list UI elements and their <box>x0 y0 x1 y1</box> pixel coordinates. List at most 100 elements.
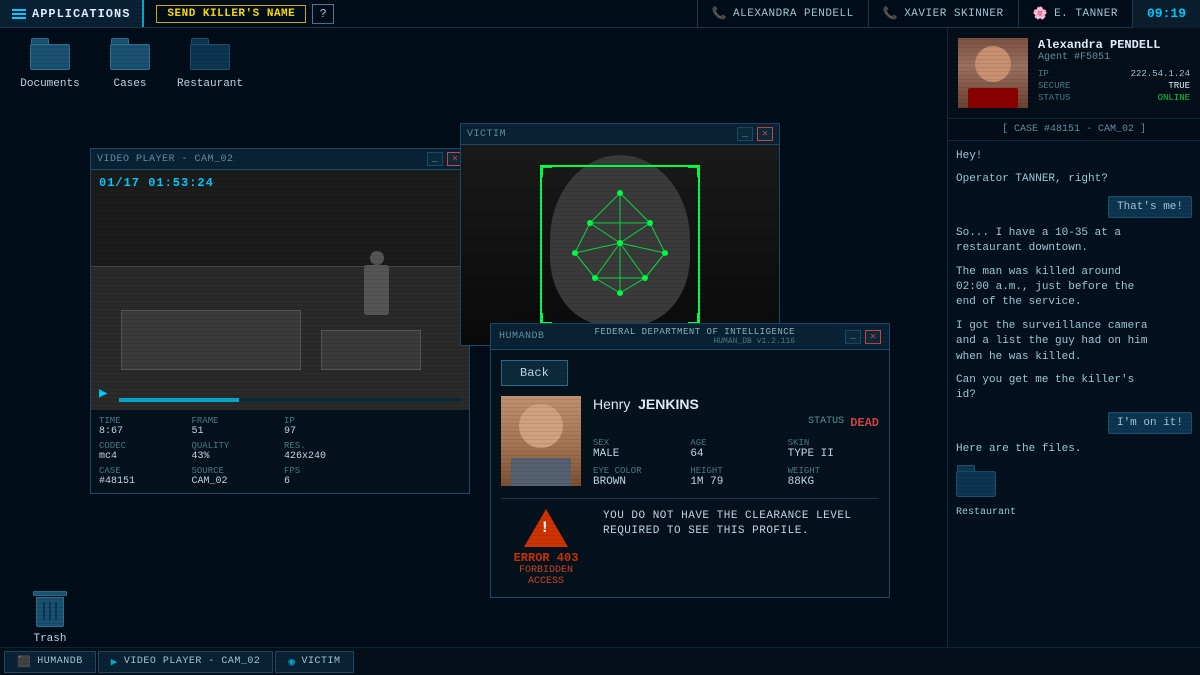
meta-codec: CODEC mc4 <box>99 441 184 462</box>
contact-tanner[interactable]: 🌸 E. Tanner <box>1018 0 1132 28</box>
sg-height: HEIGHT 1M 79 <box>690 466 781 488</box>
agent-info: Alexandra PENDELL Agent #F5051 IP 222.54… <box>1038 38 1190 108</box>
video-metadata: TIME 8:67 FRAME 51 IP 97 CODEC mc4 QUALI… <box>91 410 469 493</box>
humandb-back-button[interactable]: Back <box>501 360 568 386</box>
contact-name-1: Xavier Skinner <box>904 8 1003 20</box>
agent-secure-stat: SECURE TRUE <box>1038 81 1190 91</box>
chat-msg-3: So... I have a 10-35 at a restaurant dow… <box>956 226 1157 257</box>
trash-icon[interactable]: Trash <box>20 591 80 645</box>
app-title-text: Applications <box>32 7 130 21</box>
cases-icon[interactable]: Cases <box>100 38 160 90</box>
agent-avatar <box>958 38 1028 108</box>
progress-bar[interactable] <box>119 398 461 402</box>
sg-age: AGE 64 <box>690 438 781 460</box>
app-title: Applications <box>0 0 144 27</box>
suspect-status: DEAD <box>850 416 879 430</box>
cctv-person <box>364 265 389 315</box>
case-ref: [ CASE #48151 - CAM_02 ] <box>948 119 1200 141</box>
chat-file-folder-icon[interactable] <box>956 465 1000 503</box>
video-titlebar: VIDEO PLAYER - CAM_02 _ ✕ <box>91 149 469 170</box>
humandb-close-btn[interactable]: ✕ <box>865 330 881 344</box>
phone-icon-1: 📞 <box>883 6 898 21</box>
video-player-window: VIDEO PLAYER - CAM_02 _ ✕ 01/17 01:53:24… <box>90 148 470 494</box>
humandb-window-controls: _ ✕ <box>845 330 881 344</box>
topbar: Applications Send Killer's Name ? 📞 Alex… <box>0 0 1200 28</box>
cctv-table2 <box>321 330 421 370</box>
victim-screen <box>461 145 779 345</box>
play-button[interactable]: ▶ <box>99 385 107 402</box>
meta-frame: FRAME 51 <box>192 416 277 437</box>
restaurant-label: Restaurant <box>177 78 243 90</box>
fdi-label: Federal Department of Intelligence <box>594 327 795 337</box>
chat-file-label: Restaurant <box>956 507 1016 518</box>
flower-icon: 🌸 <box>1033 6 1048 21</box>
victim-title: VICTIM <box>467 129 506 140</box>
chat-area: Hey! Operator TANNER, right? That's me! … <box>948 141 1200 647</box>
cctv-table1 <box>121 310 301 370</box>
sg-eye: EYE COLOR BROWN <box>593 466 684 488</box>
contact-pendell[interactable]: 📞 Alexandra Pendell <box>697 0 868 28</box>
taskbar-label-1: VIDEO PLAYER - CAM_02 <box>124 656 261 667</box>
taskbar-humandb[interactable]: ⬛ HUMANDB <box>4 651 96 673</box>
suspect-name: Henry JENKINS <box>593 396 879 412</box>
face-mesh-svg <box>540 163 700 327</box>
victim-window: VICTIM _ ✕ <box>460 123 780 346</box>
warning-icon <box>524 509 568 547</box>
video-title: VIDEO PLAYER - CAM_02 <box>97 154 234 165</box>
suspect-details: Henry JENKINS STATUS DEAD SEX MALE AGE <box>593 396 879 488</box>
meta-empty <box>377 416 462 437</box>
agent-profile: Alexandra PENDELL Agent #F5051 IP 222.54… <box>948 28 1200 119</box>
taskbar-label-2: VICTIM <box>302 656 341 667</box>
phone-icon-0: 📞 <box>712 6 727 21</box>
humandb-titlebar: HUMANDB Federal Department of Intelligen… <box>491 324 889 350</box>
video-window-controls: _ ✕ <box>427 152 463 166</box>
suspect-photo <box>501 396 581 486</box>
suspect-grid: SEX MALE AGE 64 SKIN TYPE II EYE COLOR <box>593 438 879 488</box>
menu-icon <box>12 9 26 19</box>
agent-ip-stat: IP 222.54.1.24 <box>1038 69 1190 79</box>
cctv-room <box>91 170 469 410</box>
humandb-title: HUMANDB <box>499 331 545 342</box>
db-icon: ⬛ <box>17 655 31 669</box>
video-screen: 01/17 01:53:24 ▶ <box>91 170 469 410</box>
error-message: You do not have the clearance level requ… <box>603 509 879 540</box>
help-button[interactable]: ? <box>312 4 334 24</box>
meta-source: SOURCE CAM_02 <box>192 466 277 487</box>
face-icon: ◉ <box>288 655 295 669</box>
taskbar-victim[interactable]: ◉ VICTIM <box>275 651 353 673</box>
meta-time: TIME 8:67 <box>99 416 184 437</box>
victim-close-btn[interactable]: ✕ <box>757 127 773 141</box>
chat-msg-8: Here are the files. <box>956 442 1157 457</box>
victim-titlebar: VICTIM _ ✕ <box>461 124 779 145</box>
error-sub: Forbidden Access <box>501 565 591 587</box>
icons-area: Documents Cases Restaurant <box>20 38 240 90</box>
agent-face-img <box>958 38 1028 108</box>
restaurant-icon[interactable]: Restaurant <box>180 38 240 90</box>
play-icon: ▶ <box>111 655 118 669</box>
meta-fps: FPS 6 <box>284 466 369 487</box>
victim-window-controls: _ ✕ <box>737 127 773 141</box>
humandb-minimize-btn[interactable]: _ <box>845 330 861 344</box>
chat-msg-7: I'm on it! <box>1108 412 1192 434</box>
cases-label: Cases <box>113 78 146 90</box>
humandb-content: Back Henry JENKINS STATUS DEAD <box>491 350 889 597</box>
sg-skin: SKIN TYPE II <box>788 438 879 460</box>
chat-msg-1: Operator TANNER, right? <box>956 172 1157 187</box>
agent-name: Alexandra PENDELL <box>1038 38 1190 52</box>
meta-quality: QUALITY 43% <box>192 441 277 462</box>
contact-skinner[interactable]: 📞 Xavier Skinner <box>868 0 1018 28</box>
video-timestamp: 01/17 01:53:24 <box>99 176 214 190</box>
clock: 09:19 <box>1132 0 1200 28</box>
taskbar-label-0: HUMANDB <box>37 656 83 667</box>
meta-case: CASE #48151 <box>99 466 184 487</box>
send-killer-button[interactable]: Send Killer's Name <box>156 5 306 23</box>
video-minimize-btn[interactable]: _ <box>427 152 443 166</box>
contacts-bar: 📞 Alexandra Pendell 📞 Xavier Skinner 🌸 E… <box>697 0 1132 28</box>
taskbar-videoplayer[interactable]: ▶ VIDEO PLAYER - CAM_02 <box>98 651 274 673</box>
contact-name-0: Alexandra Pendell <box>733 8 854 20</box>
agent-secure-val: TRUE <box>1168 81 1190 91</box>
documents-icon[interactable]: Documents <box>20 38 80 90</box>
error-code: ERROR 403 <box>501 551 591 565</box>
agent-status-val: ONLINE <box>1158 93 1190 103</box>
victim-minimize-btn[interactable]: _ <box>737 127 753 141</box>
